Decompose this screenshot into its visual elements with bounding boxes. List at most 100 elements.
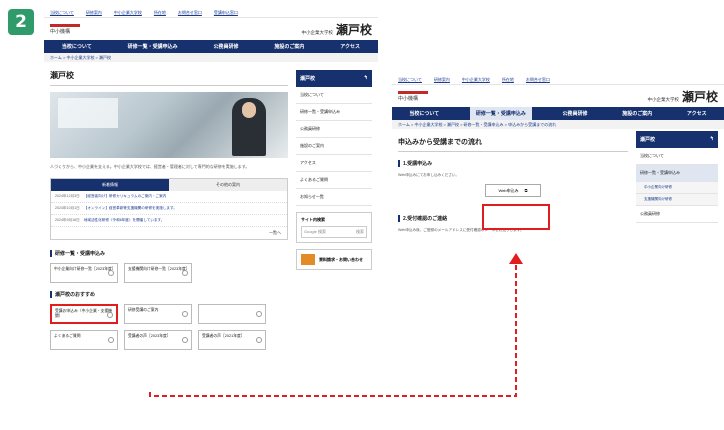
page-title: 瀬戸校 [50, 70, 288, 86]
utility-link[interactable]: 当校について [392, 77, 428, 83]
web-apply-button[interactable]: Web申込み ⧉ [485, 184, 541, 197]
sidebar-item[interactable]: 公務員研修 [636, 206, 718, 223]
highlight-web-button [482, 204, 550, 230]
school-name: 中小企業大学校 瀬戸校 [301, 21, 372, 38]
page-title: 申込みから受講までの流れ [398, 137, 628, 152]
card-label: 研修受講のご案内 [128, 308, 159, 312]
nav-about[interactable]: 当校について [405, 110, 443, 117]
search-button[interactable]: 検索 [356, 229, 364, 235]
sidebar-subitem[interactable]: 中小企業向け研修 [636, 182, 718, 194]
utility-link[interactable]: 研修案内 [428, 77, 456, 83]
utility-link[interactable]: 受講申込窓口 [208, 10, 244, 16]
utility-link[interactable]: お問合せ窓口 [520, 77, 556, 83]
recommend-card[interactable]: 受講者の声［2021年度］ [198, 330, 266, 350]
site-logo[interactable]: 中小機構 [398, 90, 428, 102]
search-label: サイト内検索 [301, 217, 325, 222]
sidebar-item[interactable]: よくあるご質問 [296, 172, 372, 189]
nav-access[interactable]: アクセス [683, 110, 711, 117]
logo-mark [50, 23, 80, 27]
course-card[interactable]: 中小企業向け研修一覧［2023年度］ [50, 263, 118, 283]
course-card[interactable]: 支援機関向け研修一覧［2023年度］ [124, 263, 192, 283]
sidebar-item[interactable]: お知らせ一覧 [296, 189, 372, 206]
step1-heading: 1.受講申込み [398, 160, 628, 167]
recommend-card[interactable] [198, 304, 266, 324]
utility-link[interactable]: 中小企業大学校 [456, 77, 496, 83]
card-label: 中小企業向け研修一覧［2023年度］ [54, 267, 116, 271]
chevron-right-icon [108, 270, 114, 276]
back-arrow-icon[interactable]: ↰ [710, 136, 714, 143]
web-apply-label: Web申込み [498, 187, 519, 193]
utility-link[interactable]: 中小企業大学校 [108, 10, 148, 16]
step-number-badge: 2 [8, 9, 34, 35]
chevron-right-icon [107, 312, 113, 318]
news-date: 2024年10月1日 [55, 206, 80, 210]
news-title: 地域活性化研修〈令和6年度〉を開催しています。 [83, 218, 165, 222]
recommend-card[interactable]: 受講者の声［2023年度］ [124, 330, 192, 350]
sidebar-item[interactable]: 当校について [636, 148, 718, 165]
site-header: 中小機構 中小企業大学校 瀬戸校 [44, 18, 378, 40]
site-search: サイト内検索 Google 検索 検索 [296, 212, 372, 243]
sidebar-item[interactable]: 公務員研修 [296, 121, 372, 138]
sidebar-title: 瀬戸校 ↰ [636, 131, 718, 148]
main-content: 瀬戸校 人づくりから、中小企業を支える。中小企業大学校では、経営者・管理者に対し… [50, 70, 288, 354]
utility-link[interactable]: 所在地 [148, 10, 172, 16]
sidebar-title: 瀬戸校 ↰ [296, 70, 372, 87]
logo-text: 中小機構 [50, 28, 71, 35]
utility-link[interactable]: お問合せ窓口 [172, 10, 208, 16]
sidebar-item-active[interactable]: 研修一覧・受講申込み [636, 165, 718, 182]
tab-news[interactable]: 新着情報 [51, 179, 169, 191]
nav-public[interactable]: 公務員研修 [210, 43, 243, 50]
hero-face [242, 102, 256, 118]
contact-button[interactable]: 資料請求・お問い合わせ [296, 249, 372, 270]
chevron-right-icon [182, 270, 188, 276]
card-label: 受講お申込み（中小企業・支援機関） [55, 309, 112, 318]
nav-facility[interactable]: 施設のご案内 [270, 43, 308, 50]
back-arrow-icon[interactable]: ↰ [364, 75, 368, 82]
utility-links: 当校について 研修案内 中小企業大学校 所在地 お問合せ窓口 [392, 75, 724, 85]
breadcrumb: ホーム > 中小企業大学校 > 瀬戸校 [44, 53, 378, 62]
sidebar-item[interactable]: 研修一覧・受講申込み [296, 104, 372, 121]
recommend-card[interactable]: よくあるご質問 [50, 330, 118, 350]
news-date: 2024年9月16日 [55, 218, 80, 222]
nav-courses-active[interactable]: 研修一覧・受講申込み [469, 107, 532, 120]
sidebar-title-text: 瀬戸校 [300, 76, 316, 82]
sidebar-subitem[interactable]: 支援機関向け研修 [636, 194, 718, 206]
school-title: 瀬戸校 [681, 89, 718, 104]
news-row[interactable]: 2024年12月3日 【経営者向け】研修カリキュラムのご案内・ご案内 [51, 191, 287, 203]
nav-public[interactable]: 公務員研修 [559, 110, 592, 117]
utility-link[interactable]: 研修案内 [80, 10, 108, 16]
chevron-right-icon [256, 337, 262, 343]
sidebar-item[interactable]: 当校について [296, 87, 372, 104]
school-title: 瀬戸校 [335, 22, 372, 37]
news-box: 新着情報 その他の案内 2024年12月3日 【経営者向け】研修カリキュラムのご案… [50, 178, 288, 240]
news-more-link[interactable]: 一覧へ [51, 227, 287, 239]
news-title: 【経営者向け】研修カリキュラムのご案内・ご案内 [83, 194, 167, 198]
section-heading-recommend: 瀬戸校のおすすめ [50, 291, 288, 298]
card-label: 受講者の声［2023年度］ [128, 334, 171, 338]
nav-facility[interactable]: 施設のご案内 [618, 110, 656, 117]
news-row[interactable]: 2024年9月16日 地域活性化研修〈令和6年度〉を開催しています。 [51, 215, 287, 227]
sidebar: 瀬戸校 ↰ 当校について 研修一覧・受講申込み 公務員研修 施設のご案内 アクセス… [296, 70, 372, 354]
apply-card-highlighted[interactable]: 受講お申込み（中小企業・支援機関） [50, 304, 118, 324]
recommend-card[interactable]: 研修受講のご案内 [124, 304, 192, 324]
news-date: 2024年12月3日 [55, 194, 80, 198]
chevron-right-icon [108, 337, 114, 343]
nav-access[interactable]: アクセス [336, 43, 364, 50]
search-input[interactable]: Google 検索 [304, 229, 326, 235]
utility-links: 当校について 研修案内 中小企業大学校 所在地 お問合せ窓口 受講申込窓口 [44, 8, 378, 18]
news-title: 【オンライン】経営革新等支援機関の研修を実施します。 [83, 206, 177, 210]
site-logo[interactable]: 中小機構 [50, 23, 80, 35]
nav-courses[interactable]: 研修一覧・受講申込み [124, 43, 182, 50]
news-row[interactable]: 2024年10月1日 【オンライン】経営革新等支援機関の研修を実施します。 [51, 203, 287, 215]
card-label: 支援機関向け研修一覧［2023年度］ [128, 267, 190, 271]
logo-mark [398, 90, 428, 94]
tab-other[interactable]: その他の案内 [169, 179, 287, 191]
utility-link[interactable]: 当校について [44, 10, 80, 16]
contact-label: 資料請求・お問い合わせ [319, 256, 363, 262]
nav-about[interactable]: 当校について [58, 43, 96, 50]
step1-text: Web申込みにてお申し込みください。 [398, 173, 460, 177]
section-heading-courses: 研修一覧・受講申込み [50, 250, 288, 257]
sidebar-item[interactable]: 施設のご案内 [296, 138, 372, 155]
utility-link[interactable]: 所在地 [496, 77, 520, 83]
sidebar-item[interactable]: アクセス [296, 155, 372, 172]
